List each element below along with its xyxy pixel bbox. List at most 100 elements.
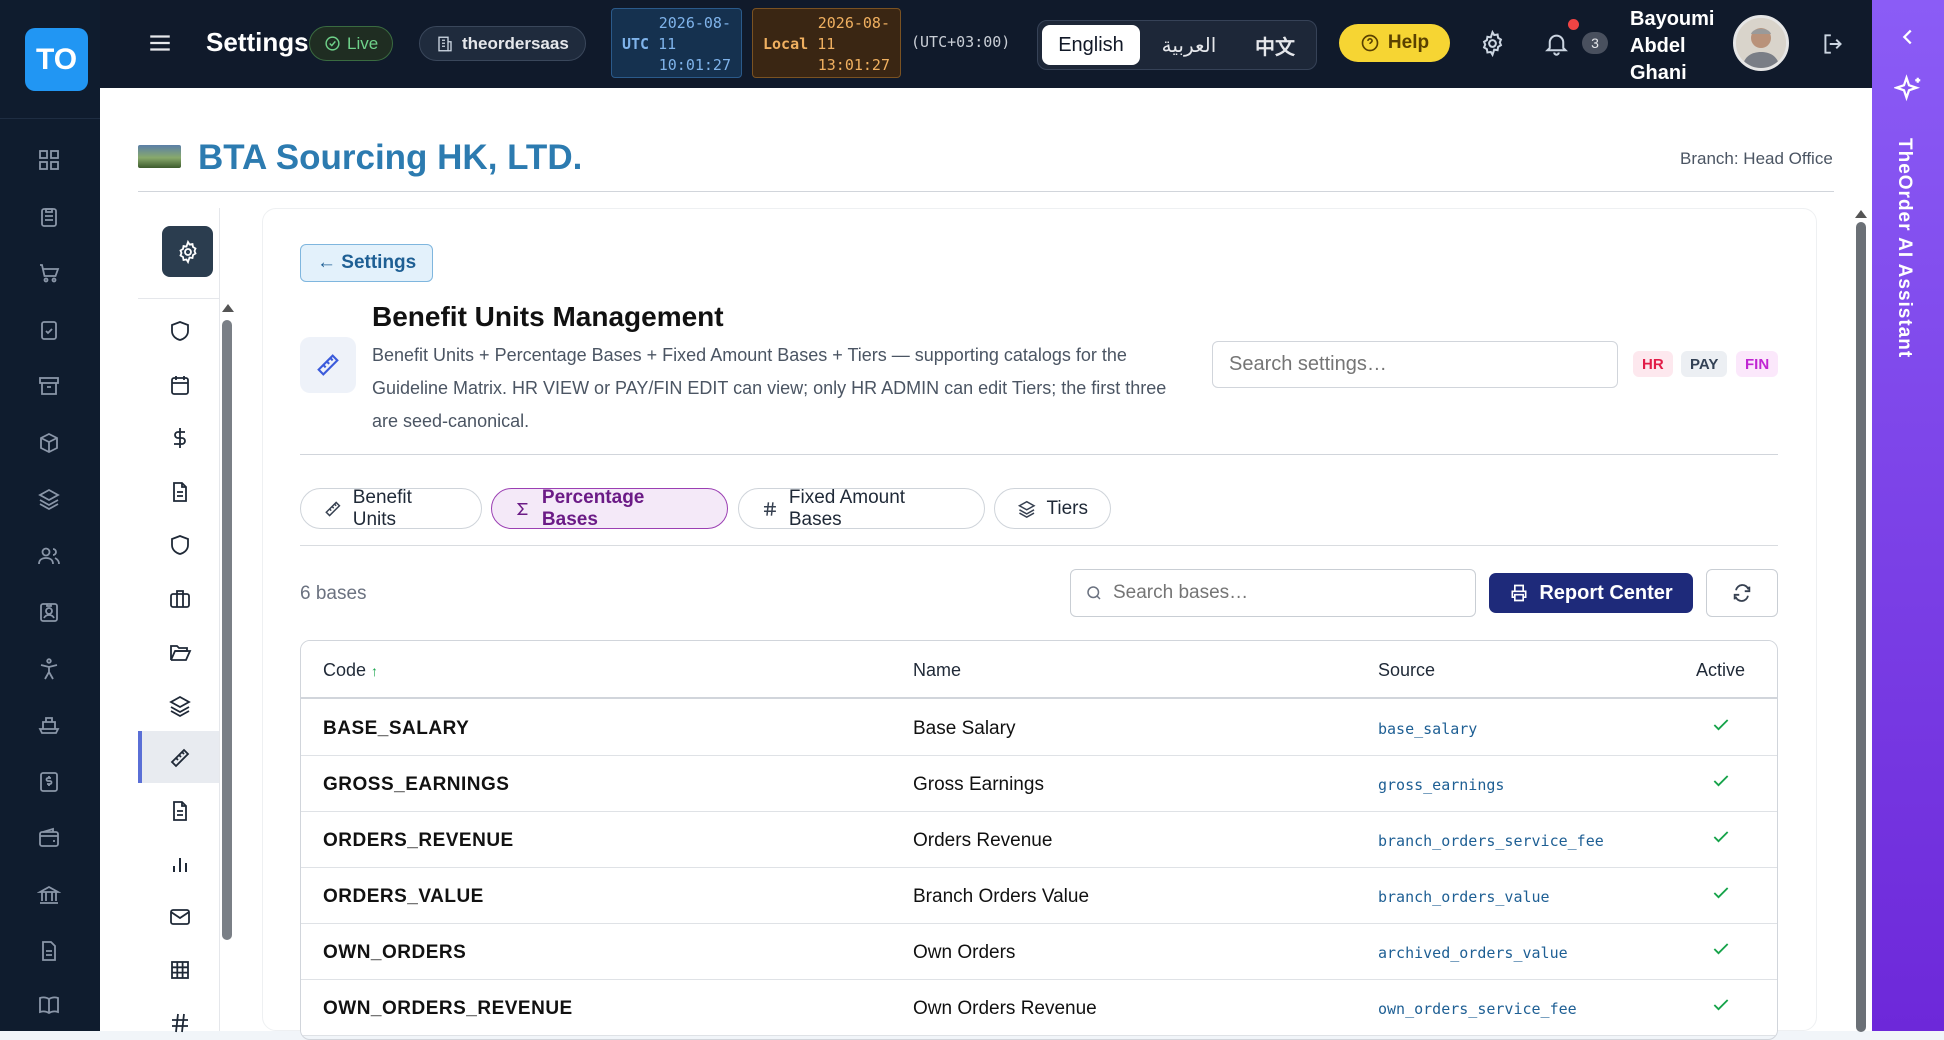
shield-icon[interactable] (165, 530, 195, 560)
column-active[interactable]: Active (1696, 660, 1745, 681)
ship-icon[interactable] (34, 710, 64, 740)
lang-arabic[interactable]: العربية (1140, 25, 1238, 65)
file-text-icon[interactable] (165, 796, 195, 826)
active-check-icon (1711, 771, 1731, 791)
main-scroll-up-arrow[interactable] (1855, 210, 1867, 218)
sidebar-scrollbar[interactable] (222, 320, 232, 940)
avatar[interactable] (1733, 15, 1789, 71)
utc-clock: 2026-08- UTC 11 10:01:27 (611, 8, 742, 78)
settings-search-input[interactable] (1212, 341, 1618, 388)
accessibility-icon[interactable] (34, 654, 64, 684)
local-day: 11 (817, 35, 836, 53)
row-source: branch_orders_service_fee (1378, 832, 1604, 850)
tab-fixed-amount-bases[interactable]: Fixed Amount Bases (738, 487, 985, 530)
gear-icon[interactable] (1479, 30, 1506, 57)
book-icon[interactable] (34, 990, 64, 1020)
row-source: base_salary (1378, 720, 1478, 738)
box-icon[interactable] (34, 428, 64, 458)
bases-table: Code ↑ Name Source Active BASE_SALARY Ba… (300, 640, 1778, 1040)
briefcase-icon[interactable] (165, 584, 195, 614)
gear-icon (178, 239, 197, 264)
fin-tag: FIN (1736, 351, 1779, 377)
settings-home-button[interactable] (162, 226, 213, 277)
column-code[interactable]: Code ↑ (323, 660, 378, 681)
bell-icon[interactable] (1543, 30, 1570, 57)
layers-icon[interactable] (34, 484, 64, 514)
row-name: Base Salary (913, 718, 1016, 739)
ruler-icon (300, 337, 356, 393)
id-badge-icon[interactable] (34, 597, 64, 627)
menu-icon[interactable] (147, 30, 173, 56)
wallet-icon[interactable] (34, 823, 64, 853)
clipboard-icon[interactable] (34, 202, 64, 232)
table-row[interactable]: ORDERS_VALUE Branch Orders Value branch_… (301, 868, 1777, 924)
active-check-icon (1711, 827, 1731, 847)
shield-icon[interactable] (165, 316, 195, 346)
pay-tag: PAY (1681, 351, 1728, 377)
table-row[interactable]: ORDERS_REVENUE Orders Revenue branch_ord… (301, 812, 1777, 868)
logout-icon[interactable] (1820, 31, 1846, 57)
hash-icon[interactable] (165, 1008, 195, 1038)
bank-icon[interactable] (34, 880, 64, 910)
bases-search-input[interactable] (1113, 582, 1453, 604)
row-source: branch_orders_value (1378, 888, 1550, 906)
bar-chart-icon[interactable] (165, 849, 195, 879)
tab-label: Benefit Units (352, 486, 412, 530)
hash-icon (763, 501, 776, 516)
lang-english[interactable]: English (1042, 25, 1140, 65)
grid-icon[interactable] (165, 955, 195, 985)
lang-chinese[interactable]: 中文 (1238, 25, 1312, 65)
archive-icon[interactable] (34, 371, 64, 401)
active-check-icon (1711, 883, 1731, 903)
dashboard-icon[interactable] (34, 145, 64, 175)
dollar-icon[interactable] (165, 423, 195, 453)
folder-open-icon[interactable] (165, 637, 195, 667)
cart-icon[interactable] (34, 258, 64, 288)
mail-icon[interactable] (165, 902, 195, 932)
tab-tiers[interactable]: Tiers (994, 488, 1111, 529)
report-center-label: Report Center (1539, 581, 1673, 604)
receipt-dollar-icon[interactable] (34, 767, 64, 797)
sidebar-divider (138, 298, 220, 299)
layers-icon[interactable] (165, 691, 195, 721)
table-row[interactable]: GROSS_EARNINGS Gross Earnings gross_earn… (301, 756, 1777, 812)
row-source: archived_orders_value (1378, 944, 1568, 962)
table-row[interactable]: OWN_ORDERS Own Orders archived_orders_va… (301, 924, 1777, 980)
live-status-badge: Live (309, 26, 394, 61)
local-label: Local (763, 35, 809, 53)
chevron-left-icon[interactable] (1897, 26, 1919, 48)
section-description: Benefit Units + Percentage Bases + Fixed… (372, 345, 1167, 431)
table-row[interactable]: OWN_ORDERS_REVENUE Own Orders Revenue ow… (301, 980, 1777, 1036)
ruler-icon[interactable] (165, 743, 195, 773)
row-name: Orders Revenue (913, 830, 1053, 851)
report-center-button[interactable]: Report Center (1489, 573, 1693, 613)
main-scrollbar[interactable] (1856, 222, 1866, 1032)
layers-icon (1017, 500, 1036, 518)
sort-arrow-icon: ↑ (371, 663, 379, 679)
tab-percentage-bases[interactable]: Percentage Bases (491, 487, 728, 530)
tenant-selector[interactable]: theordersaas (419, 26, 586, 61)
tab-benefit-units[interactable]: Benefit Units (300, 486, 482, 530)
scroll-up-arrow[interactable] (222, 304, 234, 312)
company-logo (138, 145, 181, 168)
row-code: ORDERS_REVENUE (323, 830, 514, 851)
help-label: Help (1387, 32, 1430, 53)
user-name-line1: Bayoumi (1630, 8, 1715, 30)
help-button[interactable]: Help (1339, 24, 1450, 62)
refresh-button[interactable] (1706, 569, 1778, 617)
back-to-settings-button[interactable]: ← Settings (300, 244, 434, 282)
local-date: 2026-08- (817, 14, 890, 32)
checklist-icon[interactable] (34, 315, 64, 345)
active-check-icon (1711, 715, 1731, 735)
app-logo[interactable]: TO (25, 28, 88, 91)
document-icon[interactable] (34, 936, 64, 966)
user-name[interactable]: Bayoumi Abdel Ghani (1630, 6, 1714, 87)
bases-search-box[interactable] (1070, 569, 1476, 617)
users-icon[interactable] (34, 541, 64, 571)
file-text-icon[interactable] (165, 477, 195, 507)
column-name[interactable]: Name (913, 660, 961, 681)
column-source[interactable]: Source (1378, 660, 1435, 681)
table-row[interactable]: BASE_SALARY Base Salary base_salary (301, 700, 1777, 756)
question-circle-icon (1361, 34, 1379, 52)
calendar-icon[interactable] (165, 370, 195, 400)
